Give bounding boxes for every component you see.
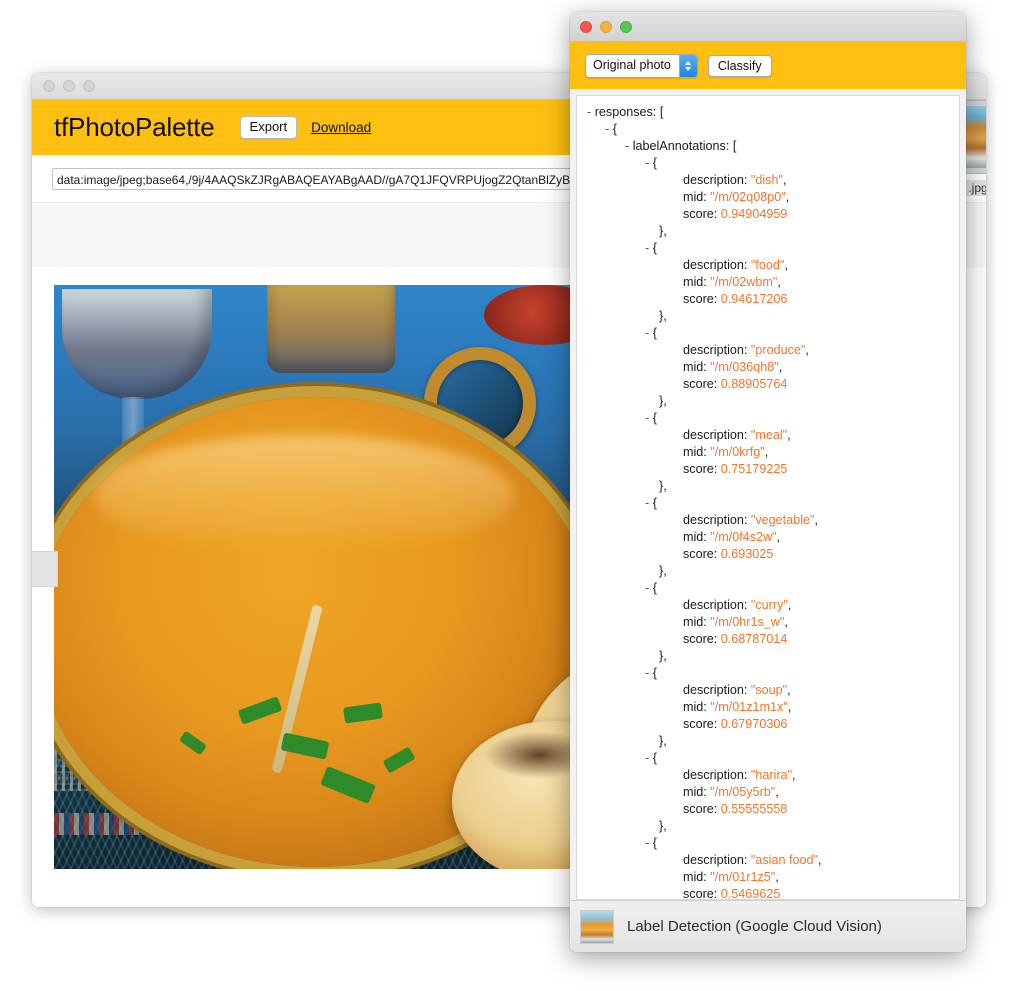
json-item-open: - { [645, 836, 657, 850]
foreground-window-titlebar[interactable] [570, 12, 966, 42]
download-link[interactable]: Download [311, 120, 371, 135]
close-icon[interactable] [580, 20, 592, 33]
json-field-mid: mid: "/m/02wbm", [683, 275, 781, 289]
json-field-score: score: 0.94617206 [683, 292, 788, 306]
json-object-open: - { [605, 122, 617, 136]
json-field-mid: mid: "/m/01z1m1x", [683, 700, 792, 714]
chevron-updown-icon[interactable] [678, 54, 697, 77]
json-field-score: score: 0.55555558 [683, 802, 788, 816]
classify-button[interactable]: Classify [707, 54, 772, 77]
json-field-description: description: "harira", [683, 768, 796, 782]
json-field-mid: mid: "/m/05y5rb", [683, 785, 779, 799]
json-field-description: description: "soup", [683, 683, 791, 697]
json-field-description: description: "produce", [683, 343, 809, 357]
json-root-key: - responses: [ [587, 105, 664, 119]
minimize-icon[interactable] [63, 80, 75, 92]
json-output-pane[interactable]: - responses: [ - { - labelAnnotations: [ - … [576, 95, 960, 900]
json-field-description: description: "asian food", [683, 853, 822, 867]
photo-glass-right [267, 285, 395, 373]
json-item-close: }, [659, 734, 667, 748]
json-field-score: score: 0.67970306 [683, 717, 788, 731]
close-icon[interactable] [43, 80, 55, 92]
photo-source-select-value: Original photo [593, 57, 671, 72]
chevron-down-icon [685, 66, 692, 71]
export-button[interactable]: Export [239, 115, 298, 140]
json-item-open: - { [645, 751, 657, 765]
json-field-mid: mid: "/m/0krfg", [683, 445, 769, 459]
photo-thumbnail-filename: .jpg [964, 180, 986, 196]
json-item-open: - { [645, 326, 657, 340]
json-item-close: }, [659, 479, 667, 493]
json-item-close: }, [659, 224, 667, 238]
json-item-open: - { [645, 411, 657, 425]
window-left-notch[interactable] [32, 551, 58, 587]
window-footer: Label Detection (Google Cloud Vision) [570, 900, 966, 952]
footer-thumbnail-icon [580, 909, 614, 944]
page-title: tfPhotoPalette [54, 112, 215, 142]
photo-source-select[interactable]: Original photo [585, 53, 698, 78]
json-item-open: - { [645, 156, 657, 170]
chevron-up-icon [685, 60, 692, 65]
json-field-mid: mid: "/m/01r1z5", [683, 870, 779, 884]
json-field-description: description: "dish", [683, 173, 787, 187]
json-item-close: }, [659, 819, 667, 833]
json-field-mid: mid: "/m/0hr1s_w", [683, 615, 788, 629]
json-field-mid: mid: "/m/02q08p0", [683, 190, 790, 204]
json-field-score: score: 0.75179225 [683, 462, 788, 476]
footer-title: Label Detection (Google Cloud Vision) [627, 918, 882, 935]
screen: tfPhotoPalette Export Download data:imag… [0, 0, 1026, 991]
json-field-description: description: "vegetable", [683, 513, 818, 527]
json-field-description: description: "food", [683, 258, 788, 272]
photo-soup-sheen [94, 435, 514, 555]
json-item-open: - { [645, 241, 657, 255]
zoom-icon[interactable] [620, 20, 632, 33]
label-detection-window[interactable]: Original photo Classify - responses: [- … [570, 12, 966, 952]
json-field-score: score: 0.5469625 [683, 887, 781, 900]
json-field-score: score: 0.693025 [683, 547, 774, 561]
json-item-open: - { [645, 666, 657, 680]
json-item-close: }, [659, 394, 667, 408]
json-field-score: score: 0.68787014 [683, 632, 788, 646]
json-field-mid: mid: "/m/036qh8", [683, 360, 783, 374]
json-array-key: - labelAnnotations: [ [625, 139, 737, 153]
json-item-close: }, [659, 564, 667, 578]
json-field-score: score: 0.88905764 [683, 377, 788, 391]
json-field-description: description: "curry", [683, 598, 792, 612]
json-field-mid: mid: "/m/0f4s2w", [683, 530, 781, 544]
minimize-icon[interactable] [600, 20, 612, 33]
json-item-open: - { [645, 496, 657, 510]
json-field-description: description: "meal", [683, 428, 791, 442]
classify-toolbar: Original photo Classify [570, 42, 966, 89]
zoom-icon[interactable] [83, 80, 95, 92]
json-item-close: }, [659, 649, 667, 663]
json-item-open: - { [645, 581, 657, 595]
json-field-score: score: 0.94904959 [683, 207, 788, 221]
json-item-close: }, [659, 309, 667, 323]
json-viewer-body: - responses: [ - { - labelAnnotations: [ - … [570, 89, 966, 900]
